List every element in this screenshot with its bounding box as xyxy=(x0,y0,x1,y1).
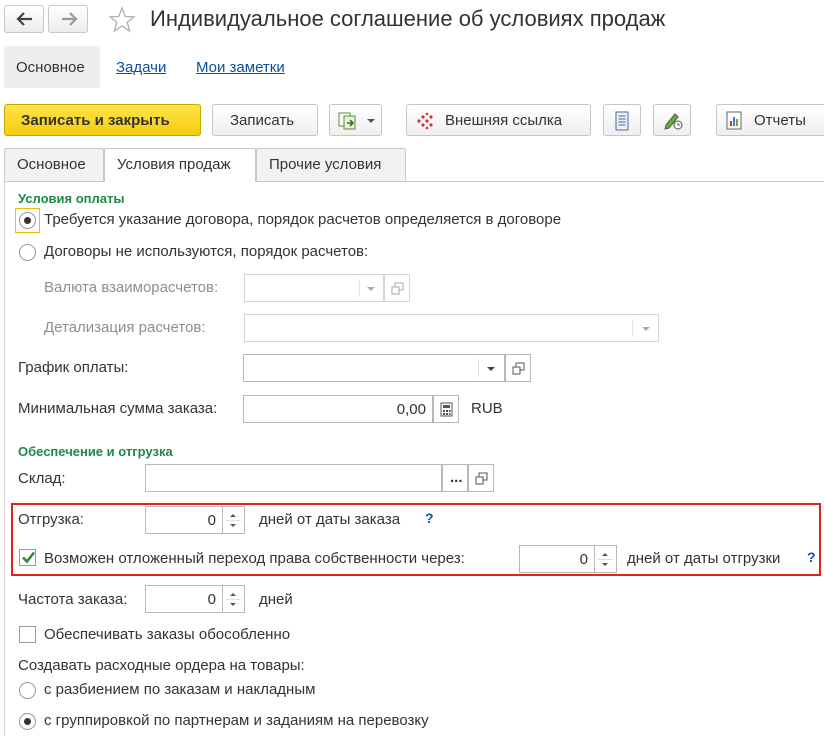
calculator-button[interactable] xyxy=(433,395,459,423)
document-list-icon xyxy=(615,111,629,131)
edit-history-button[interactable] xyxy=(653,104,691,136)
shipment-unit: дней от даты заказа xyxy=(259,511,401,528)
schedule-open-button[interactable] xyxy=(505,354,531,382)
checkmark-icon xyxy=(22,551,36,564)
radio-contract-required-label: Требуется указание договора, порядок рас… xyxy=(44,211,562,228)
currency-code: RUB xyxy=(471,400,503,417)
frequency-days-input[interactable]: 0 xyxy=(145,585,223,613)
separate-orders-label: Обеспечивать заказы обособленно xyxy=(44,626,291,643)
warehouse-select-button[interactable]: ... xyxy=(442,464,468,492)
frequency-days-stepper[interactable] xyxy=(223,585,245,613)
currency-input[interactable] xyxy=(244,274,384,302)
currency-open-button[interactable] xyxy=(384,274,410,302)
open-window-icon xyxy=(391,282,404,295)
radio-split-orders-label: с разбиением по заказам и накладным xyxy=(44,681,316,698)
favorite-star-icon[interactable] xyxy=(108,6,136,33)
chevron-down-icon xyxy=(642,327,650,331)
warehouse-input[interactable] xyxy=(145,464,442,492)
tab-other-conditions[interactable]: Прочие условия xyxy=(256,148,406,181)
radio-group-partners[interactable] xyxy=(19,713,36,730)
nav-main[interactable]: Основное xyxy=(4,46,100,88)
currency-label: Валюта взаиморасчетов: xyxy=(44,279,219,296)
back-button[interactable] xyxy=(4,5,44,33)
radio-group-partners-label: с группировкой по партнерам и заданиям н… xyxy=(44,712,429,729)
shipment-days-stepper[interactable] xyxy=(223,506,245,534)
save-and-close-button[interactable]: Записать и закрыть xyxy=(4,104,201,136)
ownership-days-input[interactable]: 0 xyxy=(519,545,595,573)
ownership-unit: дней от даты отгрузки xyxy=(627,550,781,567)
arrow-right-icon xyxy=(62,12,78,26)
tab-panel-border xyxy=(4,181,5,736)
frequency-label: Частота заказа: xyxy=(18,591,128,608)
warehouse-label: Склад: xyxy=(18,470,66,487)
schedule-input[interactable] xyxy=(243,354,505,382)
shipping-section-title: Обеспечение и отгрузка xyxy=(18,444,173,459)
min-sum-input[interactable]: 0,00 xyxy=(243,395,433,423)
detail-label: Детализация расчетов: xyxy=(44,319,206,336)
min-sum-label: Минимальная сумма заказа: xyxy=(18,400,218,417)
ownership-help-link[interactable]: ? xyxy=(807,549,816,565)
radio-no-contracts[interactable] xyxy=(19,244,36,261)
ownership-days-stepper[interactable] xyxy=(595,545,617,573)
external-link-icon xyxy=(417,112,433,130)
pencil-clock-icon xyxy=(664,113,683,130)
payment-section-title: Условия оплаты xyxy=(18,191,125,206)
open-window-icon xyxy=(475,472,488,485)
reports-button[interactable]: Отчеты xyxy=(716,104,824,136)
arrow-left-icon xyxy=(16,12,32,26)
shipment-days-input[interactable]: 0 xyxy=(145,506,223,534)
radio-no-contracts-label: Договоры не используются, порядок расчет… xyxy=(44,243,369,260)
chevron-down-icon xyxy=(487,367,495,371)
shipment-label: Отгрузка: xyxy=(18,511,84,528)
report-chart-icon xyxy=(726,111,742,130)
orders-label: Создавать расходные ордера на товары: xyxy=(18,657,305,674)
shipment-help-link[interactable]: ? xyxy=(425,510,434,526)
warehouse-open-button[interactable] xyxy=(468,464,494,492)
tab-main[interactable]: Основное xyxy=(4,148,104,181)
calculator-icon xyxy=(440,402,453,417)
radio-split-orders[interactable] xyxy=(19,682,36,699)
save-button[interactable]: Записать xyxy=(212,104,318,136)
create-based-on-button[interactable] xyxy=(329,104,382,136)
create-based-on-icon xyxy=(338,112,356,130)
chevron-down-icon xyxy=(367,119,375,123)
open-window-icon xyxy=(512,362,525,375)
ownership-checkbox[interactable] xyxy=(19,549,36,566)
external-link-button[interactable]: Внешняя ссылка xyxy=(406,104,591,136)
separate-orders-checkbox[interactable] xyxy=(19,626,36,643)
list-button[interactable] xyxy=(603,104,641,136)
ownership-label: Возможен отложенный переход права собств… xyxy=(44,550,465,567)
nav-notes-link[interactable]: Мои заметки xyxy=(196,59,285,76)
chevron-down-icon xyxy=(367,287,375,291)
frequency-unit: дней xyxy=(259,591,293,608)
forward-button[interactable] xyxy=(48,5,88,33)
detail-select[interactable] xyxy=(244,314,659,342)
window-title: Индивидуальное соглашение об условиях пр… xyxy=(150,6,666,31)
nav-tasks-link[interactable]: Задачи xyxy=(116,59,166,76)
radio-contract-required[interactable] xyxy=(19,212,36,229)
tab-sales-conditions[interactable]: Условия продаж xyxy=(104,148,256,182)
schedule-label: График оплаты: xyxy=(18,359,129,376)
